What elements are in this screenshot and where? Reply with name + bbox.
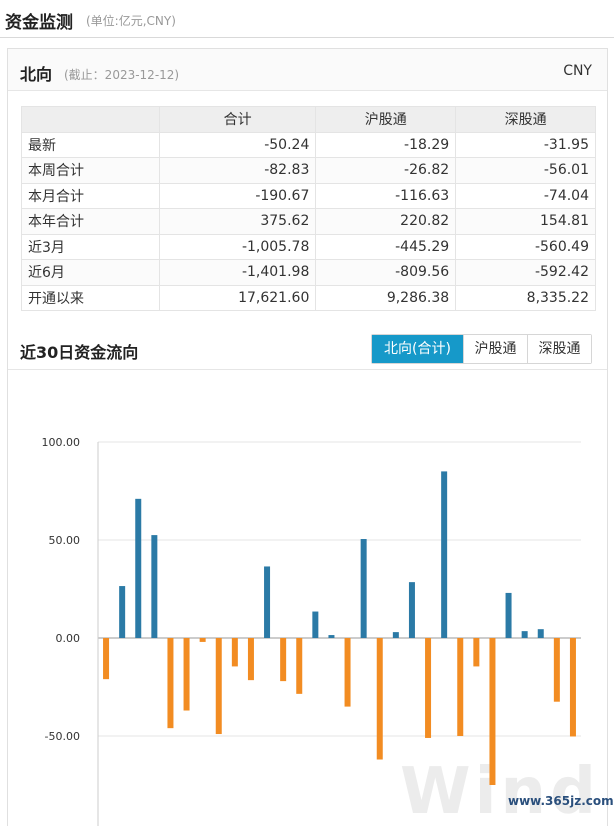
flow-bar-chart: 100.0050.000.00-50.00-100.002023-11-0120… (42, 436, 581, 826)
cell-total: 375.62 (158, 208, 317, 235)
bar (167, 638, 174, 729)
flow-summary-table: 合计 沪股通 深股通 最新 -50.24 -18.29 -31.95 本周合计 … (21, 106, 596, 311)
bar (199, 638, 206, 642)
bar (392, 632, 399, 638)
cell-total: -190.67 (158, 182, 317, 209)
bar (312, 611, 319, 638)
bar (280, 638, 287, 682)
bar (505, 592, 512, 638)
y-tick-label: 100.00 (42, 436, 81, 449)
bar (103, 638, 110, 680)
table-row: 近3月 -1,005.78 -445.29 -560.49 (21, 233, 596, 260)
bar (183, 638, 190, 711)
bar (473, 638, 480, 667)
bar (328, 635, 335, 638)
cell-shanghai: 9,286.38 (315, 284, 457, 311)
cell-shanghai: -18.29 (315, 131, 457, 158)
currency-label: CNY (563, 63, 592, 79)
row-label: 本周合计 (21, 157, 160, 184)
page-header: 资金监测 (单位:亿元,CNY) (0, 0, 614, 38)
column-header: 合计 (158, 106, 317, 133)
row-label: 本年合计 (21, 208, 160, 235)
tab-shenzhen-connect[interactable]: 深股通 (527, 335, 591, 363)
site-label: www.365jz.com (508, 794, 614, 808)
cell-shenzhen: -56.01 (455, 157, 596, 184)
bar (425, 638, 432, 738)
cell-shanghai: -809.56 (315, 259, 457, 286)
row-label: 近3月 (21, 233, 160, 260)
cell-shenzhen: -560.49 (455, 233, 596, 260)
y-tick-label: -50.00 (45, 730, 80, 743)
bar (231, 638, 238, 667)
cell-shanghai: -445.29 (315, 233, 457, 260)
cell-shanghai: -116.63 (315, 182, 457, 209)
table-row: 最新 -50.24 -18.29 -31.95 (21, 131, 596, 158)
y-tick-label: 0.00 (56, 632, 81, 645)
table-row: 本月合计 -190.67 -116.63 -74.04 (21, 182, 596, 209)
table-row: 近6月 -1,401.98 -809.56 -592.42 (21, 259, 596, 286)
bar (296, 638, 303, 694)
table-row: 本年合计 375.62 220.82 154.81 (21, 208, 596, 235)
bar (135, 498, 142, 638)
cell-shanghai: -26.82 (315, 157, 457, 184)
chart-area: Wind 100.0050.000.00-50.00-100.002023-11… (8, 369, 614, 826)
cell-shenzhen: -74.04 (455, 182, 596, 209)
table-row: 本周合计 -82.83 -26.82 -56.01 (21, 157, 596, 184)
column-header: 深股通 (455, 106, 596, 133)
cell-shenzhen: 154.81 (455, 208, 596, 235)
cell-total: -82.83 (158, 157, 317, 184)
bar (553, 638, 560, 702)
table-header-row: 合计 沪股通 深股通 (21, 106, 596, 133)
bar (247, 638, 254, 681)
bar (264, 566, 271, 638)
bar (489, 638, 496, 785)
column-header (21, 106, 160, 133)
cell-total: -1,401.98 (158, 259, 317, 286)
flow-tabs: 北向(合计) 沪股通 深股通 (371, 334, 592, 364)
bar (408, 582, 415, 638)
bar (151, 535, 158, 638)
cell-shanghai: 220.82 (315, 208, 457, 235)
bar (521, 631, 528, 638)
cell-shenzhen: -592.42 (455, 259, 596, 286)
panel-title: 北向 (20, 65, 53, 84)
tab-shanghai-connect[interactable]: 沪股通 (463, 335, 527, 363)
panel-header: 北向 (截止：2023-12-12) CNY (8, 49, 607, 91)
bar (119, 586, 126, 638)
column-header: 沪股通 (315, 106, 457, 133)
bar (537, 629, 544, 638)
bar (376, 638, 383, 760)
row-label: 本月合计 (21, 182, 160, 209)
cell-total: 17,621.60 (158, 284, 317, 311)
page-title: 资金监测 (5, 13, 73, 33)
cell-total: -50.24 (158, 131, 317, 158)
bar (441, 471, 448, 638)
cutoff-date: (截止：2023-12-12) (64, 68, 180, 82)
cell-shenzhen: -31.95 (455, 131, 596, 158)
tab-northbound-total[interactable]: 北向(合计) (372, 335, 463, 363)
row-label: 开通以来 (21, 284, 160, 311)
table-row: 开通以来 17,621.60 9,286.38 8,335.22 (21, 284, 596, 311)
bar (457, 638, 464, 736)
bar (360, 539, 367, 638)
cell-shenzhen: 8,335.22 (455, 284, 596, 311)
bar (569, 638, 576, 737)
y-tick-label: 50.00 (49, 534, 81, 547)
northbound-panel: 北向 (截止：2023-12-12) CNY 合计 沪股通 深股通 最新 -50… (7, 48, 614, 826)
bar (215, 638, 222, 735)
unit-label: (单位:亿元,CNY) (86, 14, 176, 28)
cell-total: -1,005.78 (158, 233, 317, 260)
flow-section-title: 近30日资金流向 (20, 343, 139, 362)
row-label: 最新 (21, 131, 160, 158)
row-label: 近6月 (21, 259, 160, 286)
bar (344, 638, 351, 707)
